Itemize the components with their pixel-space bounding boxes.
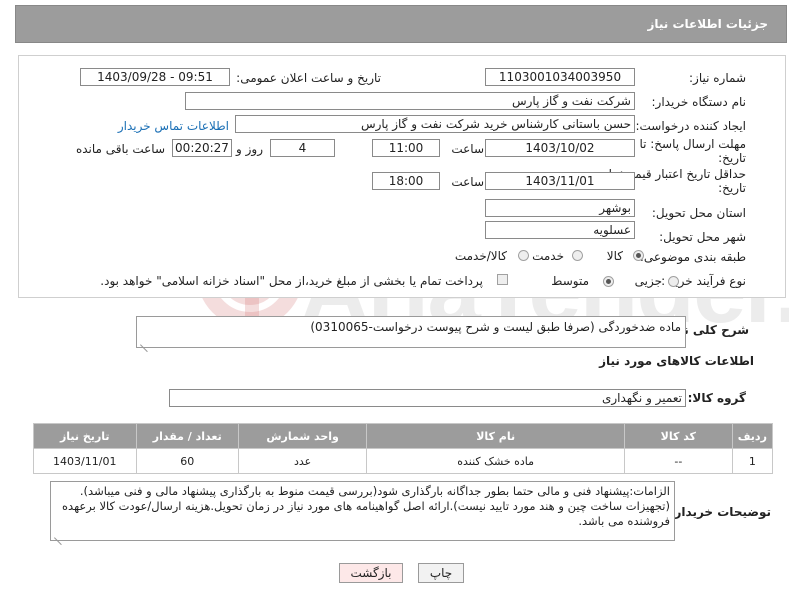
days-label: روز و	[236, 142, 263, 156]
announce-label: تاریخ و ساعت اعلان عمومی:	[236, 71, 381, 85]
category-option-goods: کالا	[606, 249, 623, 263]
resize-grip-icon	[140, 337, 148, 345]
back-button[interactable]: بازگشت	[339, 563, 403, 583]
buyer-notes-textarea[interactable]: الزامات:پیشنهاد فنی و مالی حتما بطور جدا…	[50, 481, 675, 541]
category-label: طبقه بندی موضوعی:	[639, 250, 746, 264]
days-field[interactable]: 4	[270, 139, 335, 157]
need-number-label: شماره نیاز:	[689, 71, 746, 85]
deadline-date-field[interactable]: 1403/10/02	[485, 139, 635, 157]
category-option-both: کالا/خدمت	[454, 249, 507, 263]
goods-group-label: گروه کالا:	[687, 391, 746, 405]
buyer-notes-label: توضیحات خریدار:	[669, 505, 771, 519]
category-option-service: خدمت	[532, 249, 564, 263]
cell-date: 1403/11/01	[33, 448, 137, 474]
remaining-label: ساعت باقی مانده	[75, 142, 165, 156]
buyer-notes-text: الزامات:پیشنهاد فنی و مالی حتما بطور جدا…	[62, 484, 670, 528]
col-header-unit: واحد شمارش	[237, 423, 368, 449]
payment-note: پرداخت تمام یا بخشی از مبلغ خرید،از محل …	[100, 274, 483, 288]
remaining-time-field[interactable]: 00:20:27	[172, 139, 232, 157]
description-text: ماده ضدخوردگی (صرفا طبق لیست و شرح پیوست…	[310, 320, 681, 334]
items-table: ردیف کد کالا نام کالا واحد شمارش تعداد /…	[33, 423, 774, 474]
process-radio-minor[interactable]	[668, 276, 679, 287]
creator-field[interactable]: حسن باستانی کارشناس خرید شرکت نفت و گاز …	[235, 115, 635, 133]
page-title: جزئیات اطلاعات نیاز	[647, 17, 768, 31]
validity-time-label: ساعت	[451, 175, 484, 189]
goods-group-field[interactable]: تعمیر و نگهداری	[169, 389, 686, 407]
print-button[interactable]: چاپ	[418, 563, 464, 583]
city-label: شهر محل تحویل:	[659, 230, 746, 244]
cell-row-number: 1	[731, 448, 774, 474]
deadline-label: مهلت ارسال پاسخ: تا	[639, 137, 746, 151]
deadline-time-field[interactable]: 11:00	[372, 139, 440, 157]
validity-time-field[interactable]: 18:00	[372, 172, 440, 190]
need-number-field[interactable]: 1103001034003950	[485, 68, 635, 86]
deadline-label-2: تاریخ:	[718, 151, 746, 165]
category-radio-service[interactable]	[572, 250, 583, 261]
table-row[interactable]: 1 -- ماده خشک کننده عدد 60 1403/11/01	[33, 448, 774, 474]
col-header-date: تاریخ نیاز	[33, 423, 137, 449]
province-label: استان محل تحویل:	[651, 206, 746, 220]
cell-unit: عدد	[237, 448, 368, 474]
validity-date-field[interactable]: 1403/11/01	[485, 172, 635, 190]
category-radio-both[interactable]	[518, 250, 529, 261]
goods-section-title: اطلاعات کالاهای مورد نیاز	[599, 354, 754, 368]
table-header-row: ردیف کد کالا نام کالا واحد شمارش تعداد /…	[33, 423, 774, 449]
col-header-code: کد کالا	[624, 423, 733, 449]
col-header-quantity: تعداد / مقدار	[135, 423, 239, 449]
resize-grip-icon	[54, 530, 62, 538]
city-field[interactable]: عسلویه	[485, 221, 635, 239]
process-radio-medium[interactable]	[603, 276, 614, 287]
payment-checkbox[interactable]	[497, 274, 508, 285]
process-option-medium: متوسط	[551, 274, 589, 288]
deadline-time-label: ساعت	[451, 142, 484, 156]
cell-name: ماده خشک کننده	[366, 448, 625, 474]
process-option-minor: جزیی	[634, 274, 662, 288]
cell-code: --	[624, 448, 733, 474]
announce-field[interactable]: 1403/09/28 - 09:51	[80, 68, 230, 86]
page-header: جزئیات اطلاعات نیاز	[15, 5, 787, 43]
col-header-row-number: ردیف	[731, 423, 774, 449]
buyer-org-field[interactable]: شرکت نفت و گاز پارس	[185, 92, 635, 110]
col-header-name: نام کالا	[366, 423, 625, 449]
buyer-org-label: نام دستگاه خریدار:	[651, 95, 747, 109]
creator-label: ایجاد کننده درخواست:	[635, 119, 746, 133]
category-radio-goods[interactable]	[633, 250, 644, 261]
cell-quantity: 60	[135, 448, 239, 474]
province-field[interactable]: بوشهر	[485, 199, 635, 217]
contact-link[interactable]: اطلاعات تماس خریدار	[118, 119, 229, 133]
description-textarea[interactable]: ماده ضدخوردگی (صرفا طبق لیست و شرح پیوست…	[136, 316, 686, 348]
validity-label-2: تاریخ:	[718, 181, 746, 195]
